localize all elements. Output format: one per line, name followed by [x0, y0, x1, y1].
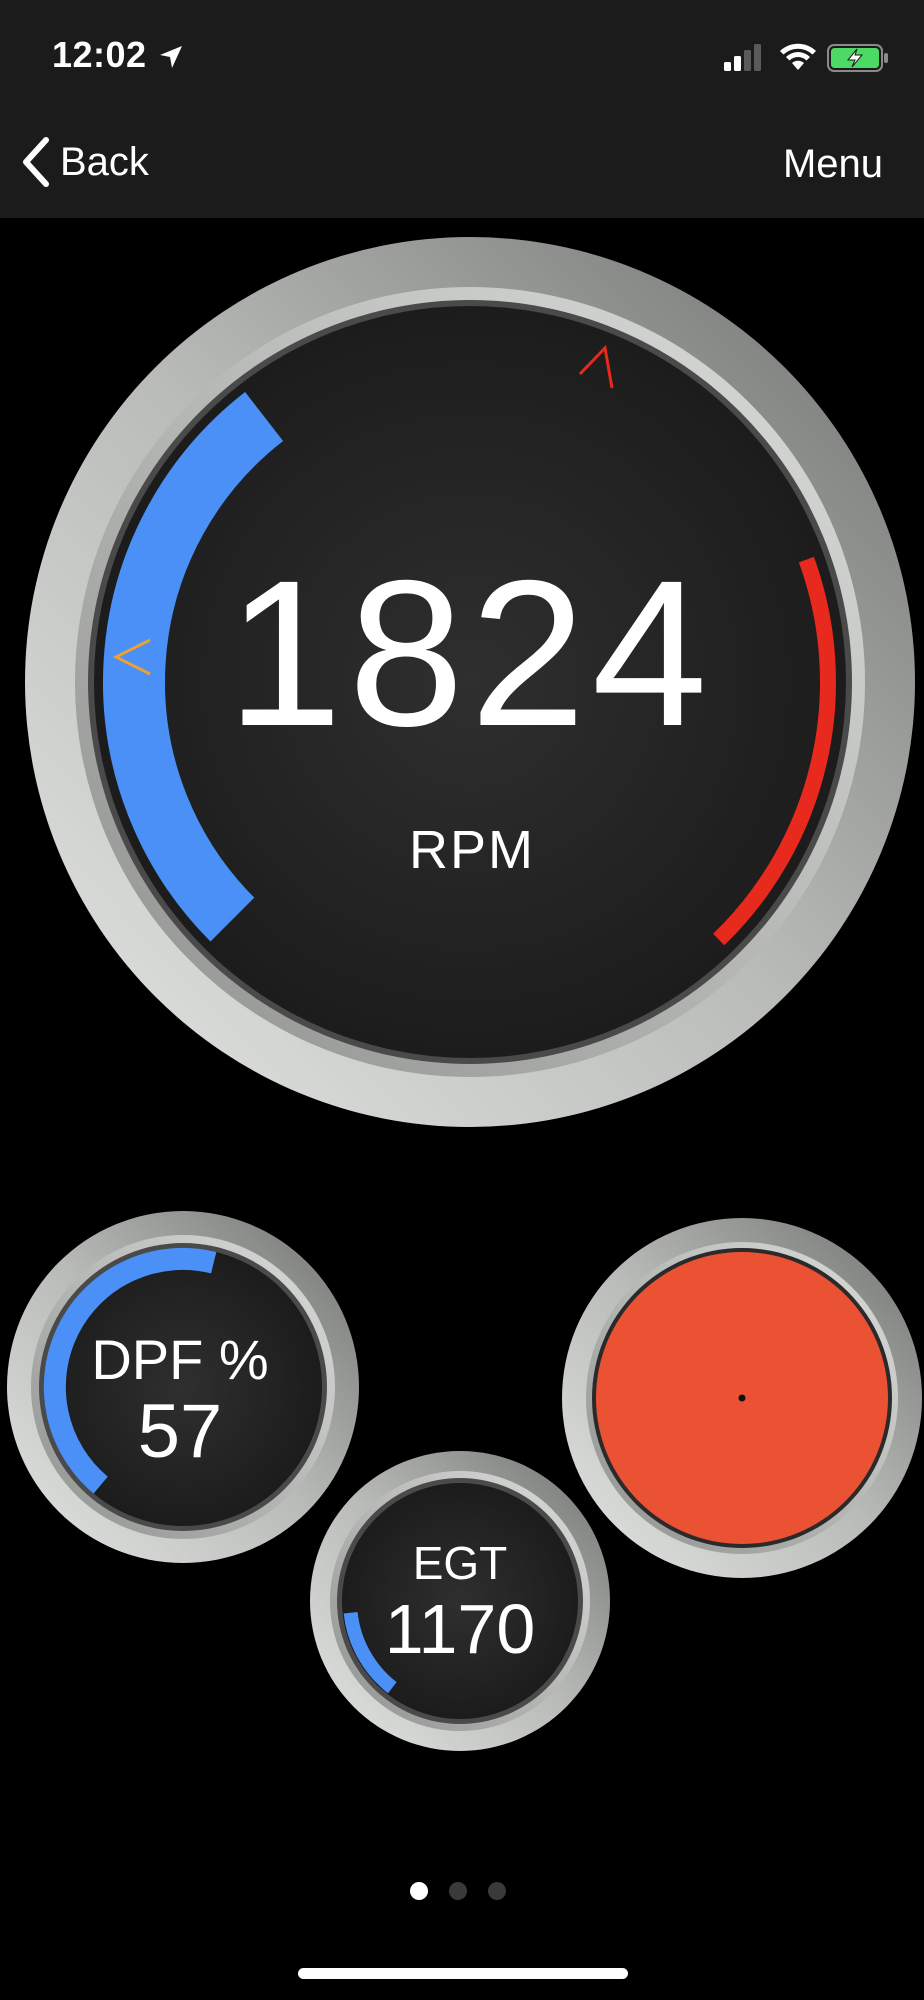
menu-button[interactable]: Menu [783, 142, 883, 187]
rpm-unit-label: RPM [409, 820, 535, 880]
egt-label: EGT [412, 1537, 508, 1589]
warning-center-dot [738, 1394, 746, 1402]
page-control[interactable] [410, 1882, 516, 1906]
back-button[interactable]: Back [18, 132, 149, 192]
wifi-icon [780, 43, 816, 70]
navigation-bar: Back Menu [0, 110, 924, 218]
warning-gauge [562, 1218, 922, 1578]
location-arrow-icon [160, 46, 182, 68]
dpf-label: DPF % [91, 1328, 269, 1391]
battery-charging-icon [827, 44, 888, 72]
home-indicator[interactable] [298, 1968, 628, 1979]
status-bar: 12:02 [0, 0, 924, 110]
cellular-signal-icon [724, 44, 761, 71]
back-label: Back [60, 139, 149, 184]
rpm-value: 1824 [226, 538, 714, 770]
dpf-value: 57 [137, 1389, 223, 1474]
page-dot[interactable] [488, 1882, 506, 1900]
chevron-left-icon [23, 137, 49, 187]
page-dot[interactable] [410, 1882, 428, 1900]
page-dot[interactable] [449, 1882, 467, 1900]
egt-value: 1170 [384, 1590, 536, 1668]
status-time: 12:02 [52, 34, 147, 75]
